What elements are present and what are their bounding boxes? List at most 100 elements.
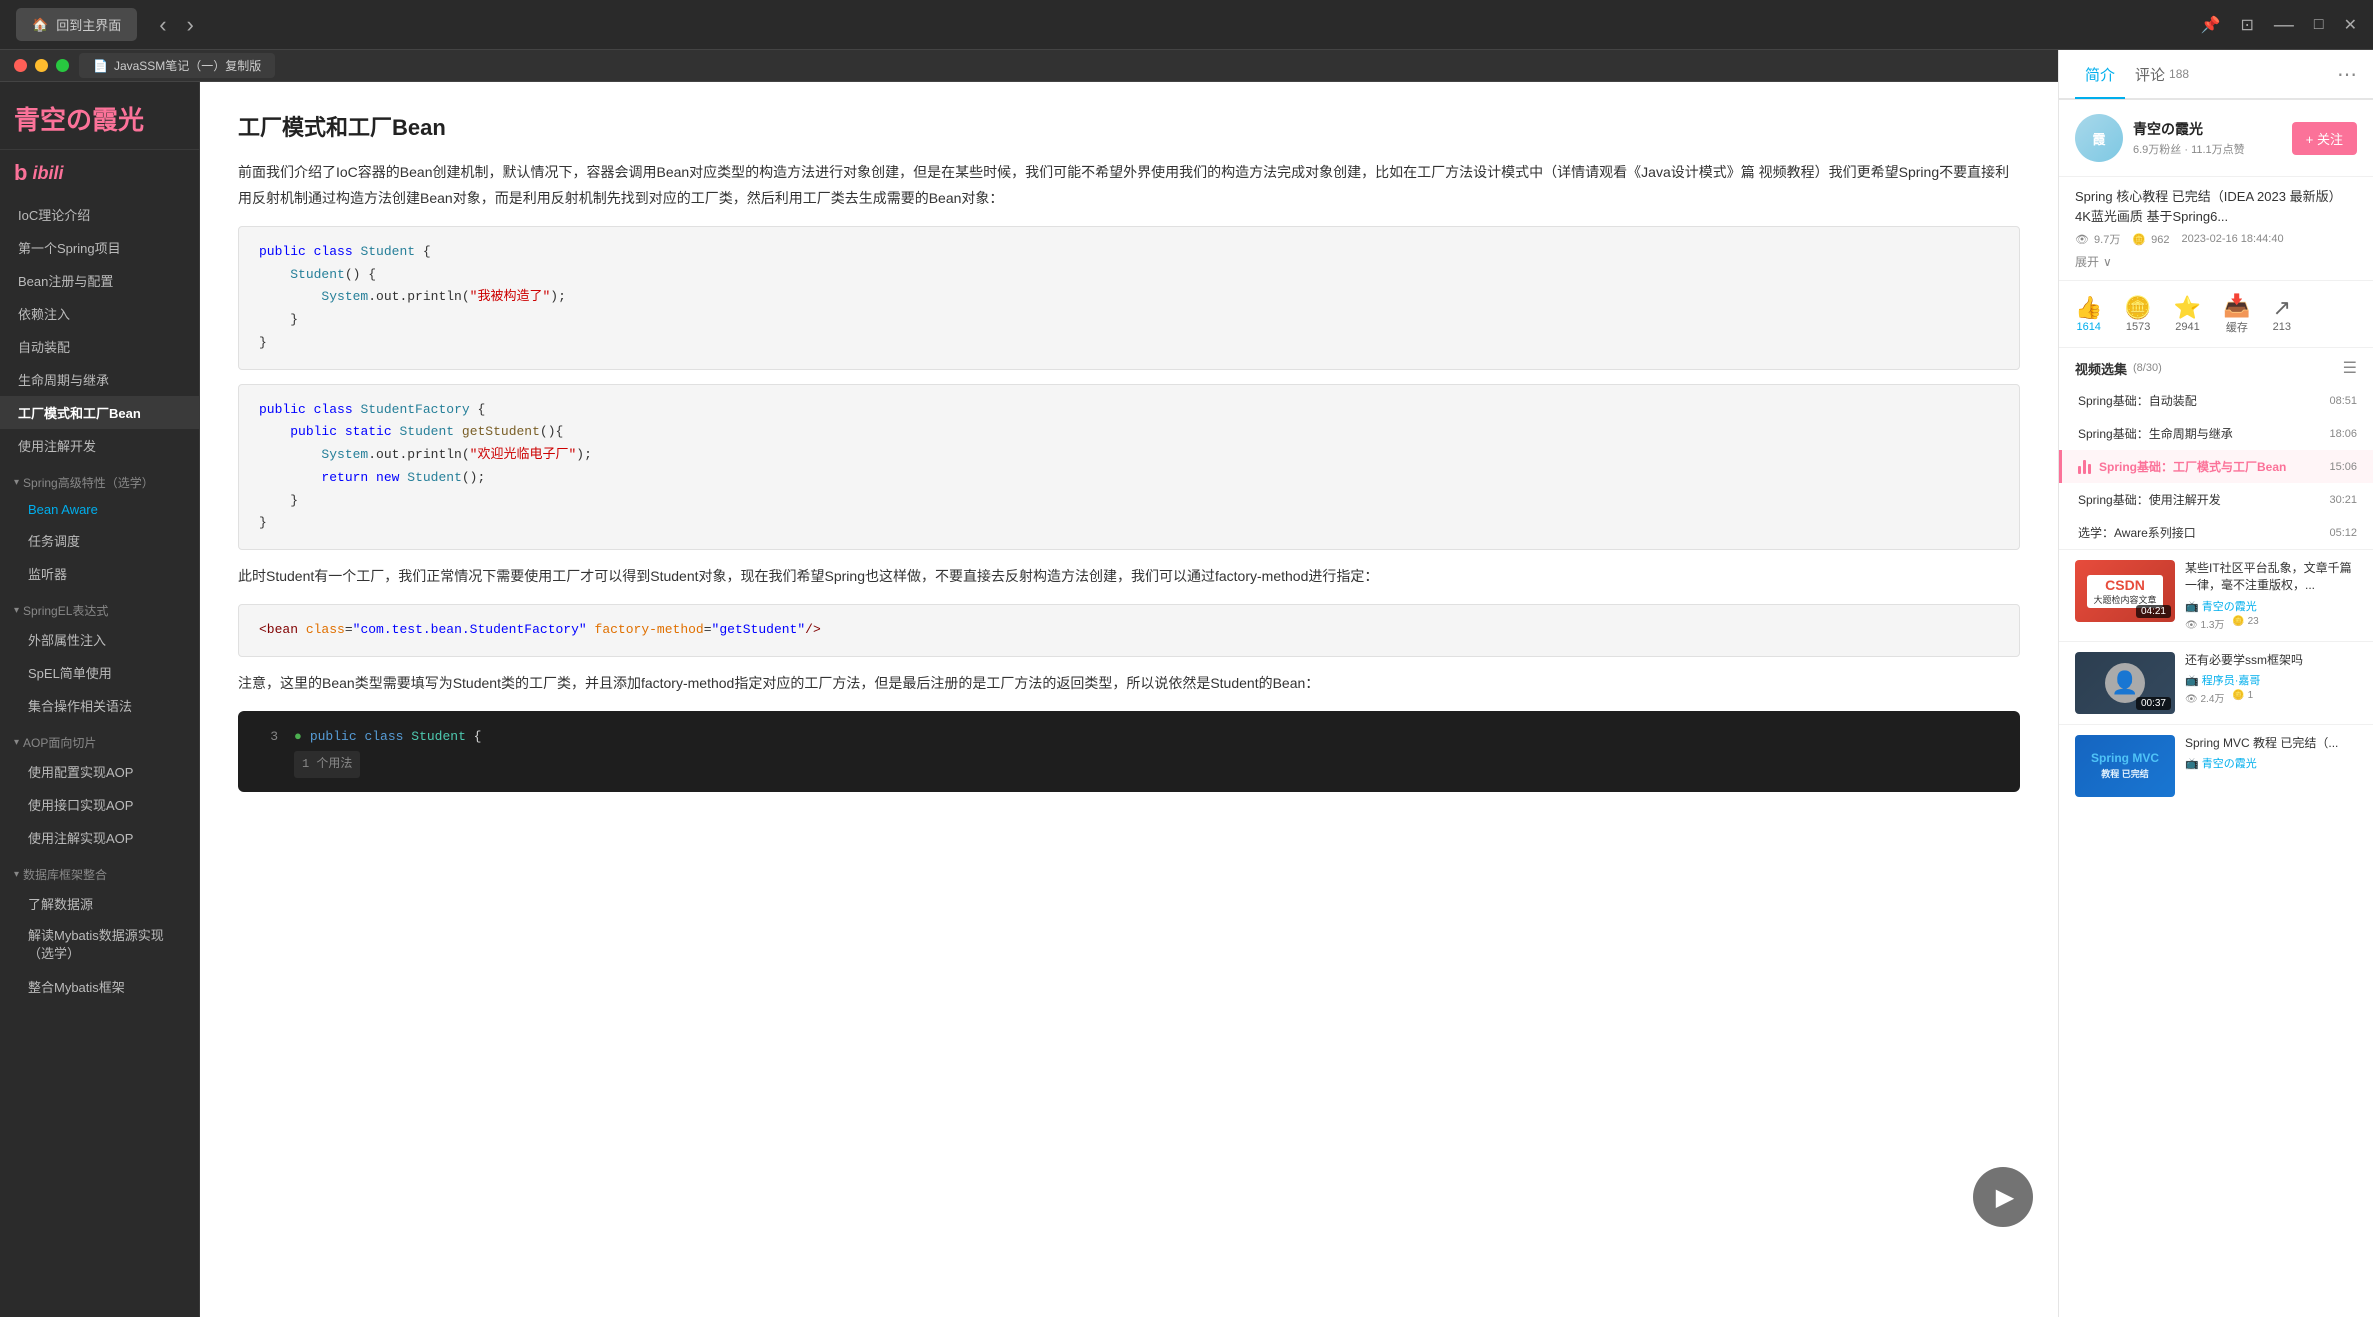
rec-title-2: 还有必要学ssm框架吗 (2185, 652, 2357, 669)
sidebar-item-bean-aware[interactable]: Bean Aware (0, 495, 199, 524)
save-button[interactable]: 📥 缓存 (2213, 289, 2260, 339)
play-icon: ▶ (1996, 1183, 2014, 1212)
sidebar-item-auto-assemble[interactable]: 自动装配 (0, 330, 199, 363)
eye-icon: 👁 (2075, 234, 2089, 246)
sidebar-item-dep-inject[interactable]: 依赖注入 (0, 297, 199, 330)
sidebar-bilibili-brand: b ibili (0, 156, 199, 198)
follow-button[interactable]: + 关注 (2292, 122, 2357, 155)
rec-video-3[interactable]: Spring MVC 教程 已完结 Spring MVC 教程 已完结（... … (2059, 724, 2373, 807)
playlist-item-duration-5: 05:12 (2329, 527, 2357, 539)
sidebar-item-task-schedule[interactable]: 任务调度 (0, 524, 199, 557)
green-dot-icon: ● (294, 725, 302, 750)
playlist-item-title-2: Spring基础：生命周期与继承 (2078, 425, 2321, 442)
sidebar-item-use-annotation[interactable]: 使用注解开发 (0, 429, 199, 462)
more-options-button[interactable]: ⋯ (2337, 62, 2357, 87)
sidebar-item-config-aop[interactable]: 使用配置实现AOP (0, 755, 199, 788)
close-icon[interactable]: ✕ (2344, 15, 2357, 35)
rec-meta-3: 📺 青空の霞光 (2185, 755, 2357, 771)
sidebar-item-mybatis-datasource[interactable]: 解读Mybatis数据源实现（选学） (0, 920, 199, 970)
code-line: } (259, 309, 1999, 332)
view-count: 👁 9.7万 (2075, 231, 2120, 247)
traffic-light-red[interactable] (14, 59, 27, 72)
like-count: 1614 (2076, 321, 2100, 333)
rec-coins-1: 🪙 23 (2232, 616, 2258, 631)
minimize-icon[interactable]: — (2274, 15, 2294, 35)
sidebar-item-lifecycle[interactable]: 生命周期与继承 (0, 363, 199, 396)
coin-button[interactable]: 🪙 1573 (2114, 291, 2161, 337)
coin-icon-sm: 🪙 (2232, 616, 2244, 627)
code-block-1: public class Student { Student() { Syste… (238, 226, 2020, 370)
fav-button[interactable]: ⭐ 2941 (2164, 291, 2211, 337)
rec-video-1[interactable]: CSDN 大题检内容文章 04:21 某些IT社区平台乱象，文章千篇一律，毫不注… (2059, 549, 2373, 641)
tab-comments[interactable]: 评论 188 (2125, 50, 2199, 98)
bili-icon: b (14, 160, 26, 186)
playlist-item-3[interactable]: Spring基础：工厂模式与工厂Bean 15:06 (2059, 450, 2373, 483)
expand-arrow-icon: ∨ (2103, 255, 2112, 269)
tab-intro[interactable]: 简介 (2075, 51, 2125, 99)
code-line: public class StudentFactory { (259, 399, 1999, 422)
sidebar-item-ext-attr[interactable]: 外部属性注入 (0, 623, 199, 656)
home-button[interactable]: 🏠 回到主界面 (16, 8, 137, 41)
maximize-icon[interactable]: □ (2314, 16, 2324, 34)
rec-author-1: 📺 青空の霞光 (2185, 598, 2357, 614)
pin-icon[interactable]: 📌 (2201, 15, 2221, 35)
window-icon[interactable]: ⊡ (2241, 15, 2254, 35)
code-block-3: <bean class="com.test.bean.StudentFactor… (238, 604, 2020, 657)
share-button[interactable]: ↗ 213 (2263, 291, 2301, 337)
tab-file-icon: 📄 (93, 59, 108, 73)
sidebar-item-spel-basic[interactable]: SpEL简单使用 (0, 656, 199, 689)
view-icon-sm-2: 👁 (2185, 694, 2198, 705)
back-button[interactable]: ‹ (151, 10, 174, 40)
code-line: System.out.println("我被构造了"); (259, 286, 1999, 309)
playlist-item-1[interactable]: Spring基础：自动装配 08:51 (2059, 384, 2373, 417)
sidebar-item-learn-datasource[interactable]: 了解数据源 (0, 887, 199, 920)
playlist-title: 视频选集 (2075, 359, 2127, 378)
sidebar-group-spring[interactable]: ▾ Spring高级特性（选学） (0, 466, 199, 495)
sidebar-item-listener[interactable]: 监听器 (0, 557, 199, 590)
app-tab[interactable]: 📄 JavaSSM笔记（一）复制版 (79, 53, 275, 78)
video-info-section: Spring 核心教程 已完结（IDEA 2023 最新版）4K蓝光画质 基于S… (2059, 177, 2373, 281)
sidebar-group-db[interactable]: ▾ 数据库框架整合 (0, 858, 199, 887)
playlist-item-4[interactable]: Spring基础：使用注解开发 30:21 (2059, 483, 2373, 516)
playlist-item-5[interactable]: 选学：Aware系列接口 05:12 (2059, 516, 2373, 549)
sidebar-item-factory[interactable]: 工厂模式和工厂Bean (0, 396, 199, 429)
author-stats: 6.9万粉丝 · 11.1万点赞 (2133, 141, 2292, 157)
sidebar-item-ioc[interactable]: IoC理论介绍 (0, 198, 199, 231)
playlist-item-title-3: Spring基础：工厂模式与工厂Bean (2099, 458, 2321, 475)
traffic-light-yellow[interactable] (35, 59, 48, 72)
fav-count: 2941 (2175, 321, 2199, 333)
playlist-item-title-5: 选学：Aware系列接口 (2078, 524, 2321, 541)
rec-video-2[interactable]: 👤 00:37 还有必要学ssm框架吗 📺 程序员·嘉哥 👁 2.4 (2059, 641, 2373, 724)
video-play-overlay[interactable]: ▶ (1973, 1167, 2033, 1227)
traffic-light-green[interactable] (56, 59, 69, 72)
traffic-lights (14, 59, 69, 72)
save-label: 缓存 (2226, 319, 2248, 335)
video-title: Spring 核心教程 已完结（IDEA 2023 最新版）4K蓝光画质 基于S… (2075, 187, 2357, 226)
playlist-item-2[interactable]: Spring基础：生命周期与继承 18:06 (2059, 417, 2373, 450)
sidebar-group-springel[interactable]: ▾ SpringEL表达式 (0, 594, 199, 623)
sidebar-item-bean-config[interactable]: Bean注册与配置 (0, 264, 199, 297)
sidebar-item-first-spring[interactable]: 第一个Spring项目 (0, 231, 199, 264)
expand-row[interactable]: 展开 ∨ (2075, 253, 2357, 270)
playlist-item-title-4: Spring基础：使用注解开发 (2078, 491, 2321, 508)
code-line: public class Student { (259, 241, 1999, 264)
sidebar-item-integrate-mybatis[interactable]: 整合Mybatis框架 (0, 970, 199, 1003)
like-button[interactable]: 👍 1614 (2065, 291, 2112, 337)
sidebar-item-annotation-aop[interactable]: 使用注解实现AOP (0, 821, 199, 854)
chevron-down-icon-4: ▾ (14, 869, 19, 880)
sidebar-item-interface-aop[interactable]: 使用接口实现AOP (0, 788, 199, 821)
playlist-list-icon[interactable]: ☰ (2343, 358, 2357, 378)
rec-thumb-3: Spring MVC 教程 已完结 (2075, 735, 2175, 797)
playlist-item-duration-3: 15:06 (2329, 461, 2357, 473)
code-dark-hint: 1 个用法 (294, 751, 2000, 778)
coin-icon-meta: 🪙 (2132, 234, 2146, 246)
forward-button[interactable]: › (179, 10, 202, 40)
chevron-down-icon: ▾ (14, 477, 19, 488)
author-section: 霞 青空の霞光 6.9万粉丝 · 11.1万点赞 + 关注 (2059, 100, 2373, 177)
sidebar-logo-area: 青空の霞光 (0, 82, 199, 150)
code-line: } (259, 490, 1999, 513)
sidebar-item-aggregate-ops[interactable]: 集合操作相关语法 (0, 689, 199, 722)
coin-icon-sm-2: 🪙 (2232, 690, 2244, 701)
sidebar-group-aop[interactable]: ▾ AOP面向切片 (0, 726, 199, 755)
share-icon: ↗ (2273, 295, 2291, 321)
